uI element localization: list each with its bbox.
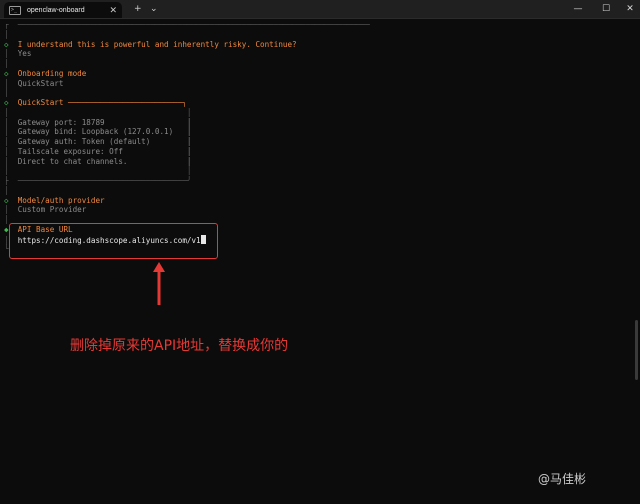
highlight-box [9, 223, 218, 259]
terminal-line-text: QuickStart ─────────────────────────╮ [17, 98, 187, 107]
terminal-line: │ │ [4, 166, 191, 176]
terminal-line-text: Model/auth provider [17, 195, 105, 205]
watermark: @马佳彬 [538, 472, 587, 486]
terminal-line-text: Onboarding mode [17, 68, 87, 78]
annotation-text: 删除掉原来的API地址，替换成你的 [70, 338, 289, 354]
terminal-line: │ Gateway auth: Token (default) │ [4, 137, 191, 147]
terminal-tab[interactable]: >_ openclaw-onboard ✕ [4, 2, 122, 18]
terminal-line: │ Gateway bind: Loopback (127.0.0.1) │ [4, 127, 191, 137]
terminal-line-text: QuickStart [17, 78, 64, 88]
tab-title: openclaw-onboard [27, 6, 85, 14]
terminal-line-text: Gateway port: 18789 │ [17, 117, 192, 127]
terminal-line: │ Gateway port: 18789 │ [4, 118, 191, 128]
terminal-line: ┌ ──────────────────────────────────────… [4, 20, 370, 30]
terminal-line: │ [4, 30, 18, 40]
terminal-line-text: I understand this is powerful and inhere… [17, 39, 297, 49]
terminal-line-text: │ [17, 166, 192, 176]
minimize-button[interactable]: — [564, 0, 592, 18]
terminal-line: │ Tailscale exposure: Off │ [4, 147, 191, 157]
new-tab-button[interactable]: + [134, 2, 142, 16]
terminal-line: ◇ Onboarding mode [4, 69, 86, 79]
terminal-line: │ [4, 186, 18, 196]
terminal-line-text: Gateway auth: Token (default) │ [17, 137, 192, 146]
terminal-line-text: ────────────────────────────────────────… [17, 20, 370, 29]
tab-dropdown-icon[interactable]: ⌄ [150, 2, 158, 16]
terminal-line: │ [4, 88, 18, 98]
terminal-line-text: Direct to chat channels. │ [17, 156, 192, 166]
arrow-up-icon [153, 262, 165, 305]
terminal-line: │ Yes [4, 49, 31, 59]
close-button[interactable]: ✕ [616, 0, 640, 18]
terminal-line: │ Custom Provider [4, 205, 86, 215]
terminal-line: ◇ I understand this is powerful and inhe… [4, 40, 297, 50]
terminal-line-text: ─────────────────────────────────────╯ [17, 176, 192, 185]
terminal-line: ├ ─────────────────────────────────────╯ [4, 176, 191, 186]
terminal-line-text: Gateway bind: Loopback (127.0.0.1) │ [17, 127, 192, 137]
terminal-line: │ [4, 59, 18, 69]
scrollbar[interactable] [635, 320, 638, 380]
terminal-line-text: Custom Provider [17, 205, 87, 215]
terminal-line: ◇ Model/auth provider [4, 196, 105, 206]
terminal-line: │ Direct to chat channels. │ [4, 157, 191, 167]
terminal-line: │ │ [4, 108, 191, 118]
terminal-line-text: Tailscale exposure: Off │ [17, 146, 192, 156]
terminal-icon: >_ [9, 5, 21, 15]
terminal-line: │ QuickStart [4, 79, 63, 89]
tab-close-icon[interactable]: ✕ [109, 4, 117, 16]
terminal-line-text: │ [17, 107, 192, 117]
terminal-line-text: Yes [17, 49, 32, 59]
terminal-line: ◇ QuickStart ─────────────────────────╮ [4, 98, 187, 108]
title-bar: >_ openclaw-onboard ✕ + ⌄ — ☐ ✕ [0, 0, 640, 19]
